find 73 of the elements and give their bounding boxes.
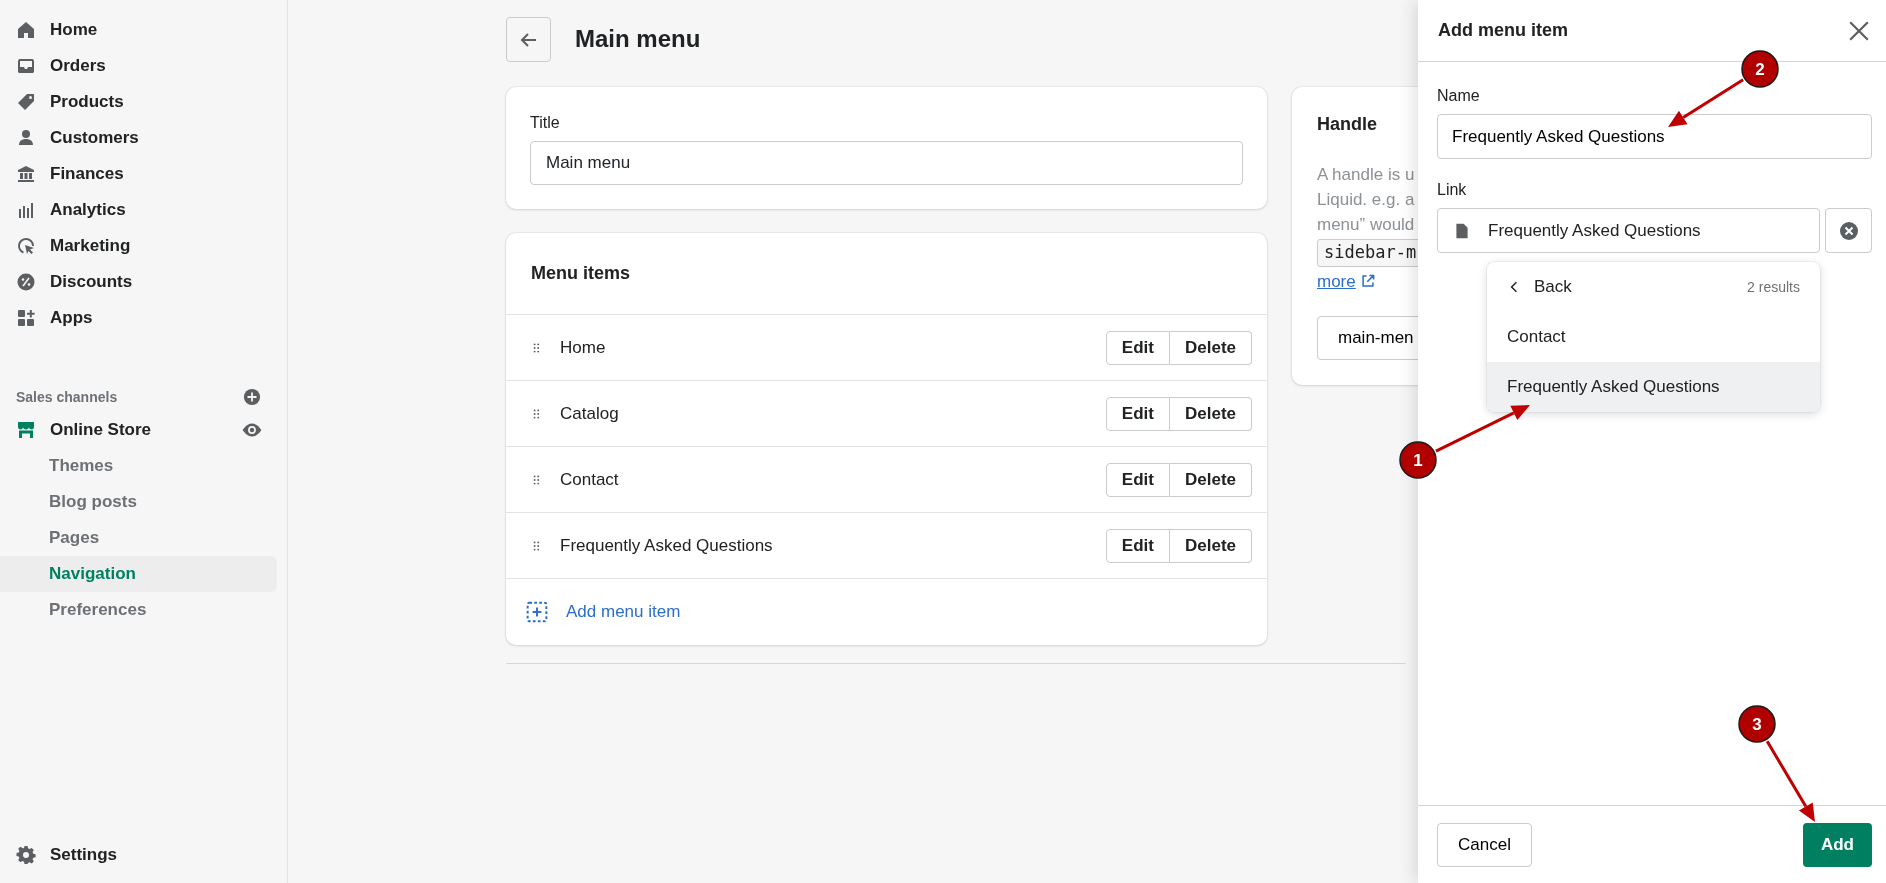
dropdown-option[interactable]: Contact — [1487, 312, 1820, 362]
sidebar-item[interactable]: Customers — [0, 120, 277, 156]
sidebar-item[interactable]: Orders — [0, 48, 277, 84]
discount-badge-icon — [16, 272, 36, 292]
bank-icon — [16, 164, 36, 184]
edit-button[interactable]: Edit — [1105, 528, 1170, 563]
delete-button[interactable]: Delete — [1169, 396, 1252, 431]
delete-button[interactable]: Delete — [1169, 330, 1252, 365]
sidebar-item[interactable]: Products — [0, 84, 277, 120]
drawer-title: Add menu item — [1438, 19, 1568, 42]
clear-button[interactable] — [1825, 208, 1872, 253]
edit-button[interactable]: Edit — [1105, 396, 1170, 431]
name-input[interactable]: Frequently Asked Questions — [1437, 114, 1872, 159]
step-number-badge: 2 — [1741, 50, 1779, 88]
cancel-button[interactable]: Cancel — [1437, 822, 1532, 867]
apps-grid-icon — [16, 308, 36, 328]
add-button[interactable]: Add — [1802, 822, 1872, 867]
help-text: A handle is u — [1317, 164, 1415, 186]
field-label: Name — [1437, 86, 1480, 106]
help-text: menu” would — [1317, 214, 1415, 236]
inbox-icon — [16, 56, 36, 76]
field-label: Title — [530, 113, 560, 133]
clear-icon — [1838, 220, 1859, 241]
bar-chart-icon — [16, 200, 36, 220]
menu-item-label: Frequently Asked Questions — [560, 534, 774, 557]
sidebar-subitem[interactable]: Blog posts — [0, 484, 277, 520]
close-icon — [1848, 20, 1870, 43]
edit-button[interactable]: Edit — [1105, 462, 1170, 497]
edit-button[interactable]: Edit — [1105, 330, 1170, 365]
sidebar-subitem[interactable]: Navigation — [0, 556, 277, 592]
menu-item-label: Home — [560, 336, 607, 359]
add-icon[interactable] — [243, 388, 261, 406]
target-cursor-icon — [16, 236, 36, 256]
sidebar-item[interactable]: Online Store — [16, 412, 152, 448]
section-title: Sales channels — [16, 387, 118, 407]
help-text: Liquid. e.g. a — [1317, 189, 1415, 211]
page-title: Main menu — [575, 25, 701, 54]
code-snippet: sidebar-m — [1317, 239, 1418, 267]
delete-button[interactable]: Delete — [1169, 462, 1252, 497]
field-label: Link — [1437, 180, 1467, 200]
step-number-badge: 1 — [1399, 441, 1437, 479]
tag-icon — [16, 92, 36, 112]
back-button[interactable] — [506, 17, 551, 62]
sidebar-item[interactable]: Apps — [0, 300, 277, 336]
sidebar-item[interactable]: Analytics — [0, 192, 277, 228]
back-button[interactable]: Back — [1508, 274, 1572, 300]
sidebar-subitem[interactable]: Pages — [0, 520, 277, 556]
link-input[interactable]: Frequently Asked Questions — [1437, 208, 1820, 253]
sidebar-subitem[interactable]: Preferences — [0, 592, 277, 628]
delete-button[interactable]: Delete — [1169, 528, 1252, 563]
handle-input[interactable]: main-men — [1317, 316, 1418, 360]
menu-item-label: Catalog — [560, 402, 620, 425]
home-icon — [16, 20, 36, 40]
sidebar-subitem[interactable]: Themes — [0, 448, 277, 484]
learn-more-link[interactable]: more — [1317, 268, 1356, 294]
add-menu-item-link[interactable]: Add menu item — [566, 599, 681, 625]
sidebar-item[interactable]: Marketing — [0, 228, 277, 264]
storefront-icon — [16, 420, 36, 440]
step-number-badge: 3 — [1738, 705, 1776, 743]
menu-item-label: Contact — [560, 468, 620, 491]
gear-icon — [16, 845, 36, 865]
dashed-plus-icon — [526, 601, 548, 623]
sidebar-item[interactable]: Discounts — [0, 264, 277, 300]
card-heading: Handle — [1317, 113, 1377, 136]
sidebar-item[interactable]: Finances — [0, 156, 277, 192]
dropdown-option[interactable]: Frequently Asked Questions — [1487, 362, 1820, 412]
title-input[interactable]: Main menu — [530, 141, 1243, 185]
sidebar-item[interactable]: Settings — [0, 837, 277, 873]
external-link-icon — [1360, 274, 1375, 289]
result-count: 2 results — [1747, 277, 1800, 297]
card-heading: Menu items — [531, 263, 631, 283]
sidebar-item[interactable]: Home — [0, 12, 277, 48]
person-icon — [16, 128, 36, 148]
